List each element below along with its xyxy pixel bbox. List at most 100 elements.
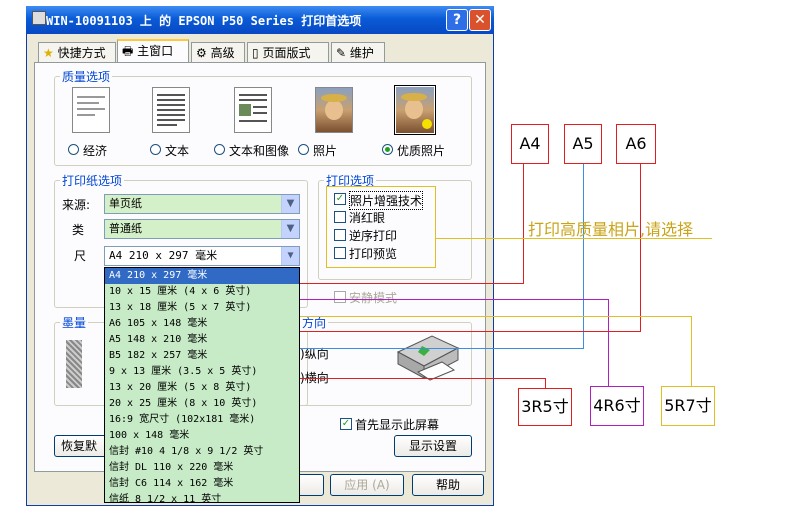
quality-hint-text: 打印高质量相片,请选择	[528, 220, 694, 239]
quality-group-label: 质量选项	[60, 68, 113, 85]
line-a6-h	[300, 331, 641, 332]
size-option[interactable]: B5 182 x 257 毫米	[105, 348, 299, 364]
size-option[interactable]: 13 x 20 厘米 (5 x 8 英寸)	[105, 380, 299, 396]
chevron-down-icon[interactable]: ▼	[281, 247, 299, 265]
label-quiet-mode: 安静模式	[349, 291, 398, 305]
tab-label: 主窗口	[137, 44, 174, 58]
tab-main[interactable]: 🖶 主窗口	[117, 39, 189, 63]
size-option[interactable]: 16:9 宽尺寸 (102x181 毫米)	[105, 412, 299, 428]
checkbox-red-eye[interactable]	[334, 211, 346, 223]
star-icon: ★	[43, 46, 54, 60]
text-icon[interactable]	[152, 87, 190, 133]
type-select[interactable]: 普通纸 ▼	[104, 219, 300, 239]
checkbox-show-first[interactable]: ✓	[340, 418, 352, 430]
callout-a6: A6	[616, 124, 656, 164]
line-5r7-h	[300, 316, 692, 317]
gear-icon: ⚙	[196, 46, 207, 60]
checkbox-photo-enhance[interactable]: ✓	[334, 193, 346, 205]
tab-label: 高级	[210, 46, 235, 60]
chevron-down-icon[interactable]: ▼	[281, 220, 299, 238]
text-and-image-icon[interactable]	[234, 87, 272, 133]
size-option[interactable]: 信封 DL 110 x 220 毫米	[105, 460, 299, 476]
photo-icon[interactable]	[315, 87, 353, 133]
tab-label: 页面版式	[262, 46, 311, 60]
callout-a4: A4	[511, 124, 549, 164]
checkbox-reverse-order[interactable]	[334, 229, 346, 241]
callout-4r6: 4R6寸	[590, 386, 644, 426]
printer-icon: 🖶	[122, 44, 134, 58]
source-value: 单页纸	[109, 197, 142, 210]
apply-button[interactable]: 应用 (A)	[330, 474, 404, 496]
quality-label-economy: 经济	[83, 144, 108, 158]
checkbox-print-preview[interactable]	[334, 247, 346, 259]
tab-advanced[interactable]: ⚙ 高级	[191, 42, 245, 62]
best-photo-frame[interactable]	[394, 85, 436, 135]
line-4r6-h	[300, 299, 608, 300]
size-option[interactable]: A6 105 x 148 毫米	[105, 316, 299, 332]
chevron-down-icon[interactable]: ▼	[281, 195, 299, 213]
size-select[interactable]: A4 210 x 297 毫米 ▼	[104, 246, 300, 266]
size-option[interactable]: 13 x 18 厘米 (5 x 7 英寸)	[105, 300, 299, 316]
restore-defaults-button[interactable]: 恢复默	[54, 435, 110, 457]
size-option[interactable]: 9 x 13 厘米 (3.5 x 5 英寸)	[105, 364, 299, 380]
type-label: 类	[72, 223, 85, 237]
help-button[interactable]: ?	[446, 9, 468, 31]
checkbox-quiet-mode[interactable]	[334, 291, 346, 303]
size-option[interactable]: A4 210 x 297 毫米	[105, 268, 299, 284]
size-option[interactable]: 20 x 25 厘米 (8 x 10 英寸)	[105, 396, 299, 412]
size-label: 尺	[74, 249, 87, 263]
show-settings-button[interactable]: 显示设置	[394, 435, 472, 457]
tab-page-layout[interactable]: ▯ 页面版式	[247, 42, 329, 62]
quality-label-photo: 照片	[313, 144, 338, 158]
tab-label: 快捷方式	[57, 46, 106, 60]
size-option[interactable]: 信封 #10 4 1/8 x 9 1/2 英寸	[105, 444, 299, 460]
quality-radio-economy[interactable]	[68, 144, 79, 155]
line-3r5-h	[300, 378, 546, 379]
size-dropdown-list[interactable]: A4 210 x 297 毫米 10 x 15 厘米 (4 x 6 英寸) 13 x…	[104, 267, 300, 503]
size-option[interactable]: 100 x 148 毫米	[105, 428, 299, 444]
source-select[interactable]: 单页纸 ▼	[104, 194, 300, 214]
label-print-preview: 打印预览	[349, 247, 398, 261]
wrench-icon: ✎	[336, 46, 347, 60]
quality-label-best-photo: 优质照片	[397, 144, 446, 158]
label-red-eye: 消红眼	[349, 211, 386, 225]
line-a5-v	[583, 164, 584, 349]
paper-group-label: 打印纸选项	[60, 172, 125, 189]
callout-a5: A5	[564, 124, 602, 164]
quality-radio-text-image[interactable]	[214, 144, 225, 155]
label-show-first: 首先显示此屏幕	[355, 418, 440, 432]
type-value: 普通纸	[109, 222, 142, 235]
callout-3r5: 3R5寸	[518, 388, 572, 426]
source-label: 来源:	[62, 198, 91, 212]
quality-radio-best-photo[interactable]	[382, 144, 393, 155]
size-option[interactable]: 10 x 15 厘米 (4 x 6 英寸)	[105, 284, 299, 300]
tab-shortcuts[interactable]: ★ 快捷方式	[38, 42, 116, 62]
tab-label: 维护	[349, 46, 374, 60]
ink-group-label: 墨量	[60, 314, 89, 331]
label-photo-enhance: 照片增强技术	[349, 191, 424, 210]
page-icon: ▯	[252, 46, 259, 60]
close-button[interactable]: ✕	[469, 9, 491, 31]
ink-level-icon	[66, 340, 82, 388]
quality-label-text: 文本	[165, 144, 190, 158]
line-a4-v	[523, 164, 524, 284]
quality-radio-text[interactable]	[150, 144, 161, 155]
window-title: WIN-10091103 上 的 EPSON P50 Series 打印首选项	[46, 14, 362, 28]
line-a5-h	[300, 348, 584, 349]
quality-radio-photo[interactable]	[298, 144, 309, 155]
line-a4-h	[300, 283, 524, 284]
line-a6-v	[640, 164, 641, 332]
label-reverse-order: 逆序打印	[349, 229, 398, 243]
line-3r5-v	[545, 378, 546, 388]
line-5r7-v	[691, 316, 692, 386]
size-option[interactable]: A5 148 x 210 毫米	[105, 332, 299, 348]
quality-label-text-image: 文本和图像	[229, 144, 290, 158]
printer-icon	[32, 11, 46, 25]
size-option[interactable]: 信封 C6 114 x 162 毫米	[105, 476, 299, 492]
tab-maintenance[interactable]: ✎ 维护	[331, 42, 385, 62]
callout-5r7: 5R7寸	[661, 386, 715, 426]
economy-icon[interactable]	[72, 87, 110, 133]
line-4r6-v	[608, 299, 609, 386]
help-dialog-button[interactable]: 帮助	[412, 474, 484, 496]
size-option[interactable]: 信纸 8 1/2 x 11 英寸	[105, 492, 299, 502]
